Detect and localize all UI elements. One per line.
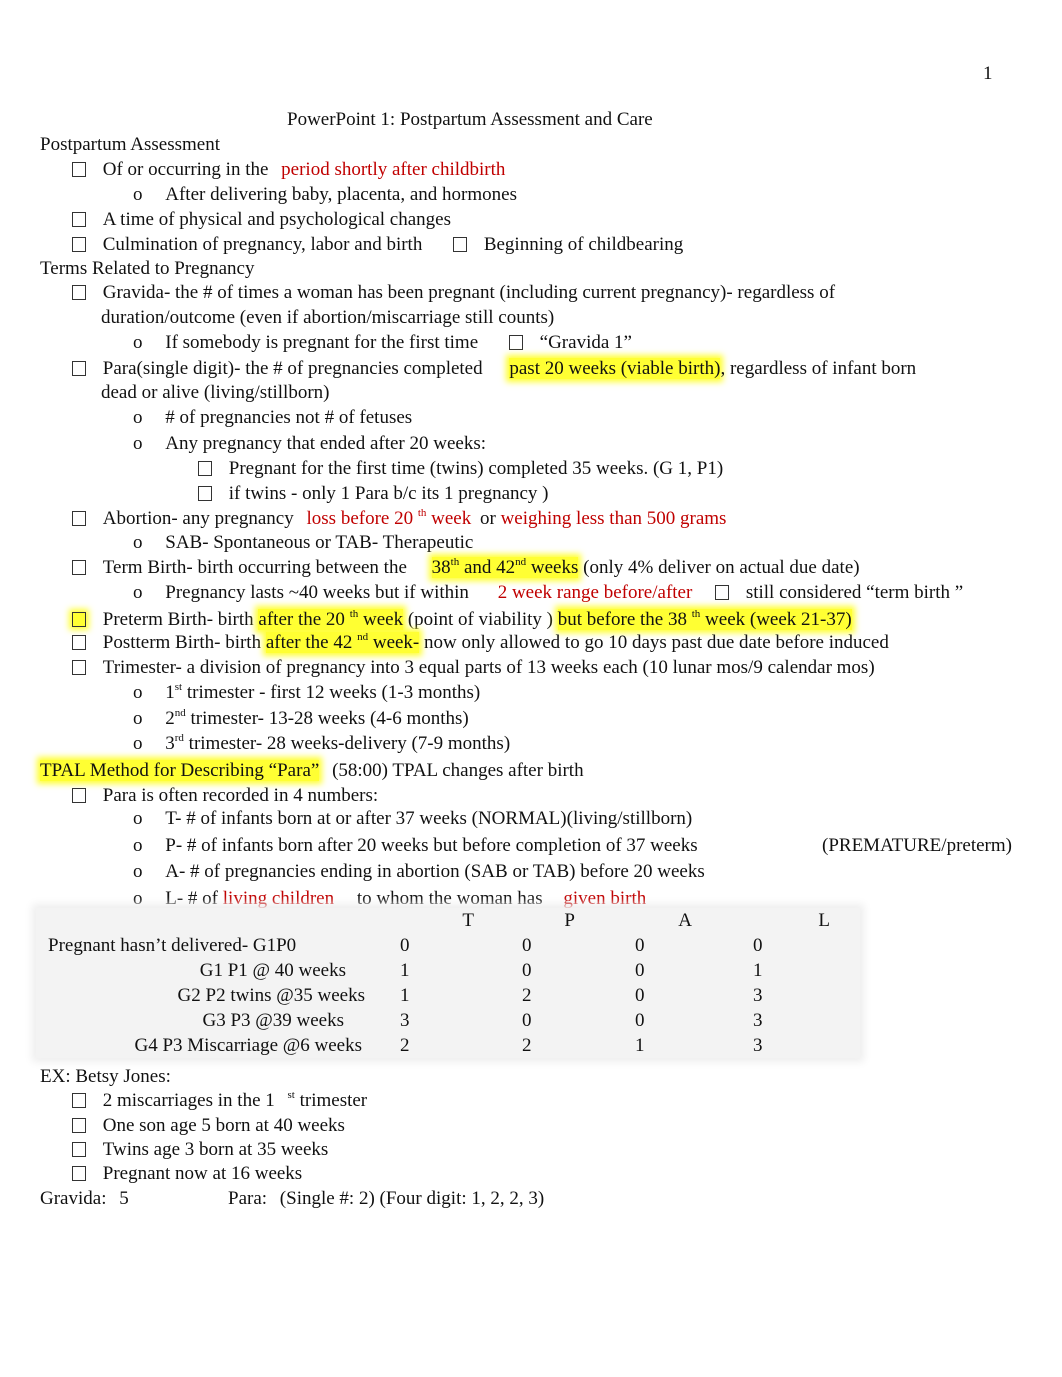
bullet-item: Culmination of pregnancy, labor and birt… — [72, 233, 683, 257]
bullet-item: One son age 5 born at 40 weeks — [72, 1114, 345, 1138]
arrow-icon — [508, 335, 523, 350]
sub-bullet-item: o T- # of infants born at or after 37 we… — [133, 808, 693, 829]
sub-bullet-item: o # of pregnancies not # of fetuses — [133, 407, 413, 428]
bullet-icon — [72, 361, 86, 376]
table-row: G2 P2 twins @35 weeks 1 2 0 3 — [177, 985, 763, 1006]
sub-bullet-item: o A- # of pregnancies ending in abortion… — [133, 861, 705, 882]
bullet-icon — [72, 660, 86, 675]
document-title: PowerPoint 1: Postpartum Assessment and … — [287, 109, 653, 130]
p-note: (PREMATURE/preterm) — [822, 835, 1012, 856]
circle-bullet-icon: o — [133, 582, 143, 603]
bullet-item: Para is often recorded in 4 numbers: — [72, 784, 378, 808]
sub-sub-bullet-item: if twins - only 1 Para b/c its 1 pregnan… — [198, 482, 549, 506]
circle-bullet-icon: o — [133, 861, 143, 882]
gravida-result: Gravida: 5 — [40, 1188, 129, 1209]
bullet-icon — [72, 511, 86, 526]
sub-bullet-item: o Any pregnancy that ended after 20 week… — [133, 433, 487, 454]
circle-bullet-icon: o — [133, 332, 143, 353]
sub-bullet-item: o 2nd trimester- 13-28 weeks (4-6 months… — [133, 707, 469, 730]
sub-bullet-item: o P- # of infants born after 20 weeks bu… — [133, 835, 698, 856]
arrow-icon — [715, 585, 730, 600]
para-result: Para: (Single #: 2) (Four digit: 1, 2, 2… — [228, 1188, 545, 1209]
circle-bullet-icon: o — [133, 433, 143, 454]
circle-bullet-icon: o — [133, 184, 143, 205]
sub-sub-bullet-item: Pregnant for the first time (twins) comp… — [198, 457, 723, 481]
sub-bullet-item: o 3rd trimester- 28 weeks-delivery (7-9 … — [133, 732, 511, 755]
bullet-icon — [72, 237, 86, 252]
bullet-item: Term Birth- birth occurring between the … — [72, 556, 860, 580]
bullet-item: Pregnant now at 16 weeks — [72, 1162, 302, 1186]
bullet-icon — [72, 1166, 86, 1181]
circle-bullet-icon: o — [133, 835, 143, 856]
bullet-item: Twins age 3 born at 35 weeks — [72, 1138, 328, 1162]
sub-bullet-item: o SAB- Spontaneous or TAB- Therapeutic — [133, 532, 474, 553]
circle-bullet-icon: o — [133, 708, 143, 729]
sub-bullet-item: o 1st trimester - first 12 weeks (1-3 mo… — [133, 681, 481, 704]
circle-bullet-icon: o — [133, 733, 143, 754]
bullet-icon — [198, 461, 212, 476]
header-a: A — [678, 910, 692, 931]
bullet-icon — [198, 486, 212, 501]
circle-bullet-icon: o — [133, 532, 143, 553]
header-p: P — [564, 910, 575, 931]
bullet-item: Para(single digit)- the # of pregnancies… — [72, 357, 916, 381]
table-row: G1 P1 @ 40 weeks 1 0 0 1 — [199, 960, 763, 981]
header-l: L — [818, 910, 830, 931]
sub-bullet-item: o Pregnancy lasts ~40 weeks but if withi… — [133, 582, 964, 603]
bullet-icon — [72, 612, 86, 627]
sub-bullet-item: o After delivering baby, placenta, and h… — [133, 184, 517, 205]
bullet-icon — [72, 1093, 86, 1108]
bullet-item: Abortion- any pregnancy loss before 20 t… — [72, 507, 726, 531]
bullet-item: Preterm Birth- birth after the 20 th wee… — [72, 608, 852, 632]
bullet-item: 2 miscarriages in the 1 st trimester — [72, 1089, 367, 1113]
table-row: Pregnant hasn’t delivered- G1P0 0 0 0 0 — [48, 935, 763, 956]
table-row: G4 P3 Miscarriage @6 weeks 2 2 1 3 — [134, 1035, 763, 1056]
bullet-icon — [72, 162, 86, 177]
circle-bullet-icon: o — [133, 407, 143, 428]
header-t: T — [462, 910, 474, 931]
section-heading: Postpartum Assessment — [40, 134, 220, 155]
bullet-icon — [72, 212, 86, 227]
bullet-icon — [72, 635, 86, 650]
sub-bullet-item: o If somebody is pregnant for the first … — [133, 332, 632, 353]
bullet-item: Of or occurring in the period shortly af… — [72, 158, 505, 182]
bullet-item: Trimester- a division of pregnancy into … — [72, 656, 875, 680]
bullet-icon — [72, 1142, 86, 1157]
section-heading: EX: Betsy Jones: — [40, 1066, 171, 1087]
bullet-item: Gravida- the # of times a woman has been… — [72, 281, 835, 305]
bullet-item: A time of physical and psychological cha… — [72, 208, 451, 232]
bullet-icon — [72, 1118, 86, 1133]
section-heading: TPAL Method for Describing “Para” (58:00… — [40, 760, 584, 781]
bullet-continuation: duration/outcome (even if abortion/misca… — [101, 307, 555, 328]
bullet-icon — [72, 560, 86, 575]
page-number: 1 — [983, 63, 993, 84]
bullet-icon — [72, 788, 86, 803]
bullet-item: Postterm Birth- birth after the 42 nd we… — [72, 631, 889, 655]
bullet-continuation: dead or alive (living/stillborn) — [101, 382, 330, 403]
bullet-icon — [72, 285, 86, 300]
tpal-table: T P A L Pregnant hasn’t delivered- G1P0 … — [36, 908, 860, 1058]
section-heading: Terms Related to Pregnancy — [40, 258, 255, 279]
circle-bullet-icon: o — [133, 808, 143, 829]
circle-bullet-icon: o — [133, 682, 143, 703]
table-header-row: T P A L — [36, 908, 860, 933]
bullet-icon — [453, 237, 468, 252]
table-row: G3 P3 @39 weeks 3 0 0 3 — [202, 1010, 763, 1031]
